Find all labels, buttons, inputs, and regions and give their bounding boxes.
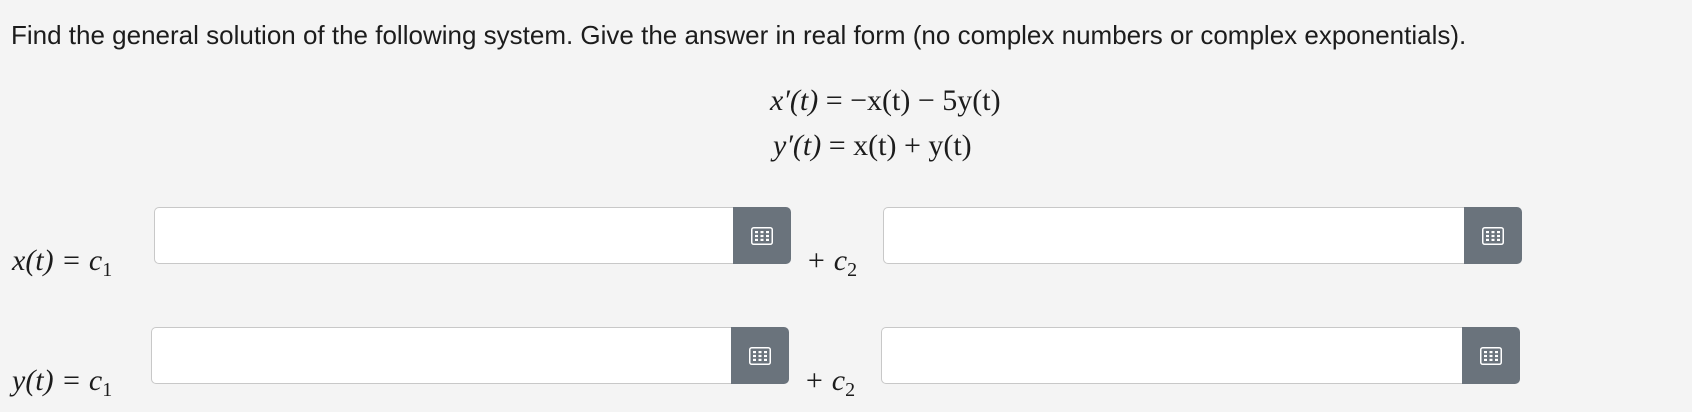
- y-row-c2-subscript: 2: [845, 379, 856, 401]
- keypad-icon: [751, 226, 773, 245]
- x-c2-input[interactable]: [883, 207, 1464, 264]
- y-row-c1-subscript: 1: [102, 379, 113, 401]
- y-c2-answer-group: [881, 327, 1520, 384]
- equation-y-prime: y′(t) = x(t) + y(t): [773, 129, 972, 163]
- y-row-plus-c2: + c2: [804, 364, 855, 402]
- x-c1-keypad-button[interactable]: [733, 207, 791, 264]
- y-c1-answer-group: [151, 327, 789, 384]
- x-row-plus-text: + c: [806, 244, 848, 277]
- equation-y-prime-lhs: y′(t): [773, 129, 822, 162]
- question-prompt: Find the general solution of the followi…: [11, 20, 1467, 50]
- equation-x-prime-rhs: = −x(t) − 5y(t): [825, 84, 1001, 117]
- y-c2-keypad-button[interactable]: [1462, 327, 1520, 384]
- y-row-plus-text: + c: [804, 364, 846, 397]
- keypad-icon: [749, 346, 771, 365]
- keypad-icon: [1482, 226, 1504, 245]
- x-row-lhs: x(t) = c: [12, 244, 103, 277]
- x-row-c2-subscript: 2: [847, 259, 858, 281]
- equation-y-prime-rhs: = x(t) + y(t): [828, 129, 972, 162]
- x-row-c1-subscript: 1: [102, 259, 113, 281]
- y-c2-input[interactable]: [881, 327, 1462, 384]
- y-row-label: y(t) = c1: [12, 364, 112, 402]
- keypad-icon: [1480, 346, 1502, 365]
- equation-x-prime: x′(t) = −x(t) − 5y(t): [770, 84, 1001, 118]
- y-row-lhs: y(t) = c: [12, 364, 103, 397]
- y-c1-input[interactable]: [151, 327, 731, 384]
- x-c1-input[interactable]: [154, 207, 733, 264]
- y-c1-keypad-button[interactable]: [731, 327, 789, 384]
- x-c2-answer-group: [883, 207, 1522, 264]
- x-row-plus-c2: + c2: [806, 244, 857, 282]
- x-c1-answer-group: [154, 207, 791, 264]
- x-row-label: x(t) = c1: [12, 244, 112, 282]
- equation-x-prime-lhs: x′(t): [770, 84, 819, 117]
- x-c2-keypad-button[interactable]: [1464, 207, 1522, 264]
